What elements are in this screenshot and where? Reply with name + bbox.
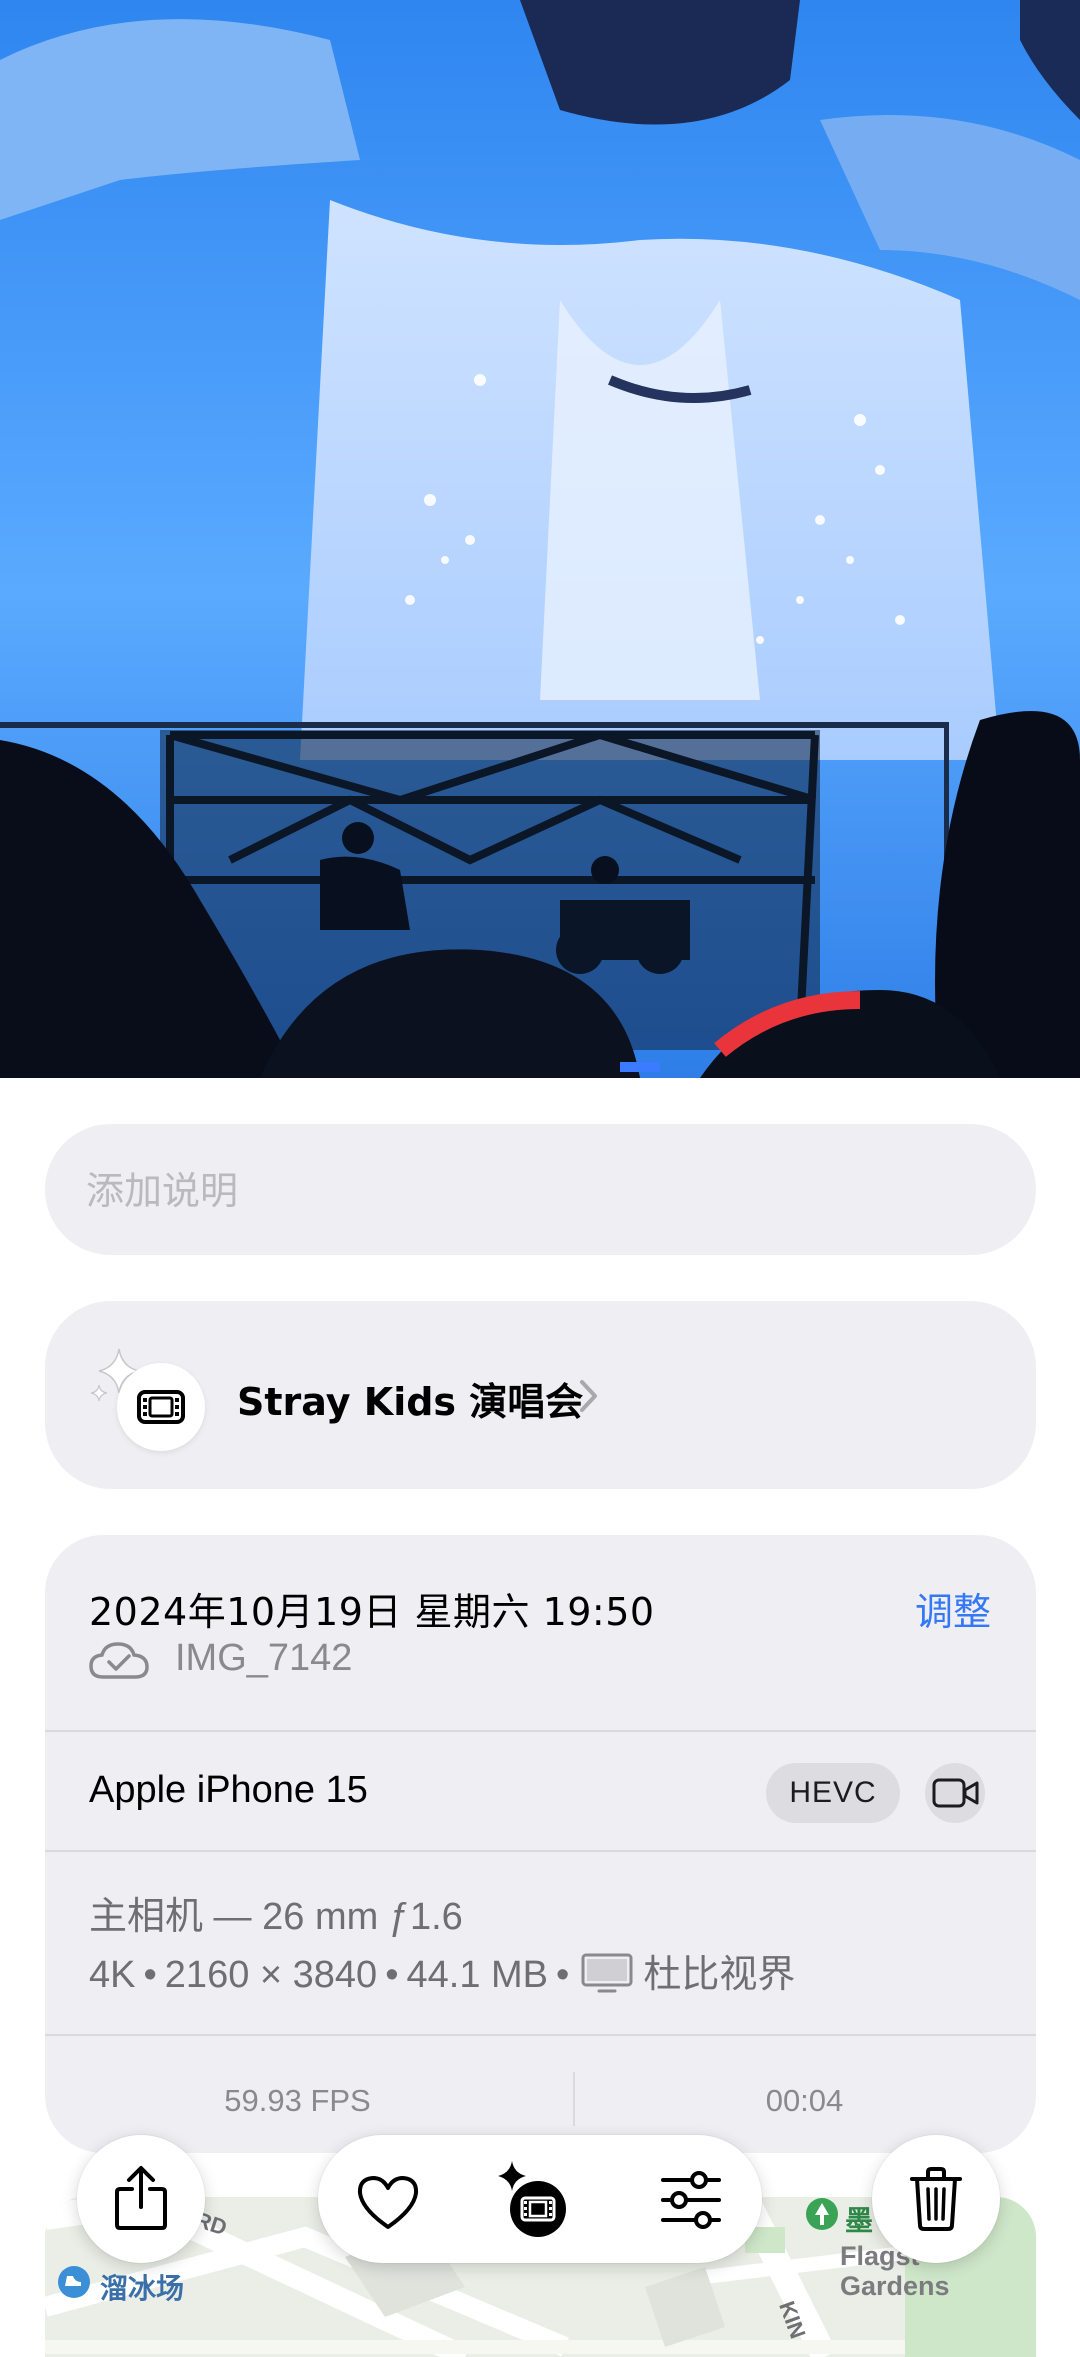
device-name: Apple iPhone 15 xyxy=(89,1769,368,1811)
video-badge xyxy=(925,1763,985,1823)
map-label-gardens-line2: Gardens xyxy=(840,2271,950,2301)
caption-field[interactable] xyxy=(45,1124,1036,1257)
file-size: 44.1 MB xyxy=(406,1954,549,1996)
map-label-rink: 溜冰场 xyxy=(100,2272,185,2305)
capture-datetime: 2024年10月19日 星期六 19:50 xyxy=(89,1590,655,1634)
dimensions: 2160 × 3840 xyxy=(164,1954,378,1996)
caption-input[interactable] xyxy=(84,1124,988,1257)
trash-icon xyxy=(910,2167,962,2231)
monitor-icon xyxy=(581,1953,633,1993)
share-button[interactable] xyxy=(77,2135,205,2263)
divider xyxy=(45,2034,1036,2036)
icloud-synced-icon xyxy=(89,1642,149,1679)
divider xyxy=(45,1730,1036,1732)
share-icon xyxy=(115,2166,167,2230)
concert-photo xyxy=(0,0,1080,1078)
delete-button[interactable] xyxy=(872,2135,1000,2263)
heart-icon[interactable] xyxy=(356,2175,420,2231)
memory-title: Stray Kids 演唱会 xyxy=(237,1380,584,1424)
action-toolbar xyxy=(318,2135,762,2263)
film-icon xyxy=(137,1390,185,1424)
divider xyxy=(45,1850,1036,1852)
video-camera-icon xyxy=(932,1778,979,1808)
duration: 00:04 xyxy=(765,2083,844,2118)
info-panel: 2024年10月19日 星期六 19:50 调整 IMG_7142 Apple … xyxy=(45,1535,1036,2153)
adjust-date-button[interactable]: 调整 xyxy=(915,1581,991,1636)
park-icon xyxy=(806,2198,838,2230)
separator: • xyxy=(385,1954,399,1996)
video-preview[interactable] xyxy=(0,0,1080,1078)
hdr-format: 杜比视界 xyxy=(643,1954,796,1996)
codec-badge: HEVC xyxy=(766,1763,900,1823)
video-spec-line: 4K • 2160 × 3840 • 44.1 MB • 杜比视界 xyxy=(89,1943,795,1998)
map-label-park: 墨 xyxy=(845,2204,874,2237)
sliders-icon[interactable] xyxy=(660,2171,722,2229)
separator: • xyxy=(556,1954,570,1996)
file-name: IMG_7142 xyxy=(175,1637,353,1679)
sparkle-film-icon[interactable] xyxy=(490,2155,574,2241)
memory-card[interactable]: Stray Kids 演唱会 xyxy=(45,1301,1036,1489)
skating-rink-icon xyxy=(58,2266,90,2298)
resolution-class: 4K xyxy=(89,1954,136,1996)
chevron-right-icon xyxy=(580,1380,597,1412)
frame-rate: 59.93 FPS xyxy=(224,2083,371,2118)
lens-info: 主相机 — 26 mm ƒ1.6 xyxy=(89,1896,463,1938)
separator: • xyxy=(143,1954,157,1996)
memory-movie-badge xyxy=(117,1363,205,1451)
